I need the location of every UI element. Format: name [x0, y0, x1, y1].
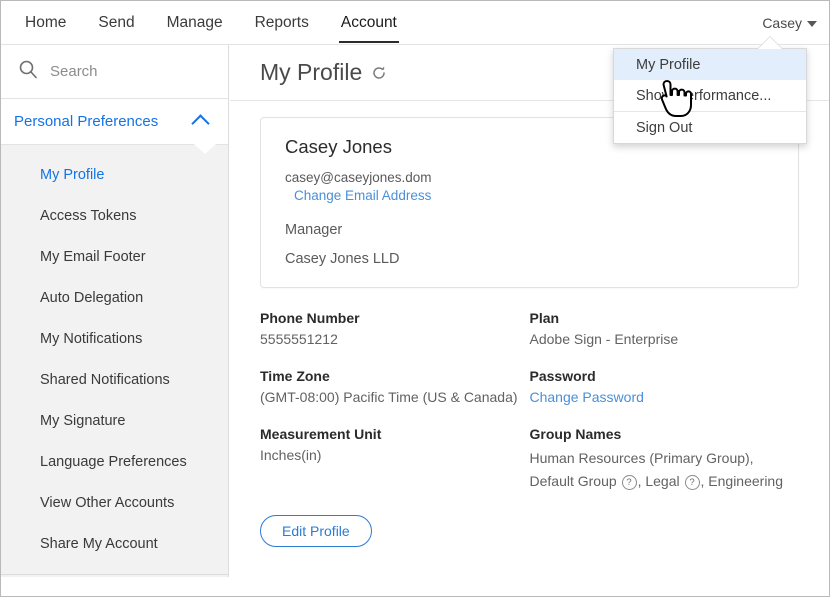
- detail-value: Inches(in): [260, 447, 322, 463]
- sidebar-section-label: Personal Preferences: [14, 113, 159, 130]
- profile-organization: Casey Jones LLD: [285, 251, 400, 267]
- search-icon: [18, 59, 38, 84]
- nav-item-manage[interactable]: Manage: [151, 1, 239, 45]
- sidebar-section-personal-preferences[interactable]: Personal Preferences: [1, 99, 228, 154]
- sidebar-item-auto-delegation[interactable]: Auto Delegation: [1, 277, 228, 318]
- edit-profile-button[interactable]: Edit Profile: [260, 515, 372, 548]
- sidebar-item-access-tokens[interactable]: Access Tokens: [1, 195, 228, 236]
- nav-item-account[interactable]: Account: [325, 1, 413, 45]
- detail-label: Password: [529, 368, 596, 384]
- sidebar-item-my-email-footer[interactable]: My Email Footer: [1, 236, 228, 277]
- top-navigation-bar: Home Send Manage Reports Account Casey: [1, 1, 829, 45]
- detail-label: Time Zone: [260, 368, 330, 384]
- detail-label: Group Names: [529, 426, 622, 442]
- menu-item-show-performance[interactable]: Show Performance...: [614, 80, 806, 111]
- detail-plan: Plan Adobe Sign - Enterprise: [530, 310, 800, 347]
- detail-value: Adobe Sign - Enterprise: [529, 331, 679, 347]
- help-icon[interactable]: ?: [684, 474, 700, 490]
- profile-details-left-column: Phone Number 5555551212 Time Zone (GMT-0…: [260, 310, 530, 493]
- section-pointer-notch: [194, 144, 216, 154]
- profile-email: casey@caseyjones.dom: [285, 170, 432, 185]
- profile-role: Manager: [285, 222, 343, 238]
- menu-item-my-profile[interactable]: My Profile: [614, 49, 806, 80]
- detail-value: (GMT-08:00) Pacific Time (US & Canada): [260, 389, 518, 405]
- change-email-row: Change Email Address: [285, 187, 774, 205]
- change-password-link[interactable]: Change Password: [530, 389, 800, 405]
- app-window: Home Send Manage Reports Account Casey M…: [0, 0, 830, 597]
- sidebar-item-my-profile[interactable]: My Profile: [1, 154, 228, 195]
- profile-details-right-column: Plan Adobe Sign - Enterprise Password Ch…: [530, 310, 800, 493]
- sidebar-item-my-notifications[interactable]: My Notifications: [1, 318, 228, 359]
- detail-time-zone: Time Zone (GMT-08:00) Pacific Time (US &…: [260, 368, 530, 405]
- refresh-icon[interactable]: [371, 65, 387, 81]
- detail-label: Plan: [529, 310, 560, 326]
- sidebar-item-view-other-accounts[interactable]: View Other Accounts: [1, 482, 228, 523]
- sidebar-item-shared-notifications[interactable]: Shared Notifications: [1, 359, 228, 400]
- change-email-address-link[interactable]: Change Email Address: [294, 188, 431, 203]
- detail-value: Human Resources (Primary Group), Default…: [530, 447, 800, 493]
- profile-details-grid: Phone Number 5555551212 Time Zone (GMT-0…: [260, 310, 799, 493]
- dropdown-pointer-notch: [758, 37, 782, 49]
- chevron-down-icon: [807, 21, 817, 27]
- sidebar-item-language-preferences[interactable]: Language Preferences: [1, 441, 228, 482]
- user-dropdown-menu: My Profile Show Performance... Sign Out: [613, 48, 807, 144]
- nav-item-reports[interactable]: Reports: [239, 1, 325, 45]
- detail-group-names: Group Names Human Resources (Primary Gro…: [530, 426, 800, 493]
- detail-password: Password Change Password: [530, 368, 800, 405]
- groups-text-part-3: , Engineering: [700, 473, 784, 490]
- profile-email-row: casey@caseyjones.dom: [285, 169, 774, 187]
- sidebar-item-my-signature[interactable]: My Signature: [1, 400, 228, 441]
- nav-item-home[interactable]: Home: [9, 1, 82, 45]
- detail-value: 5555551212: [260, 331, 338, 347]
- groups-text-part-2: , Legal: [637, 473, 680, 490]
- detail-measurement-unit: Measurement Unit Inches(in): [260, 426, 530, 463]
- help-icon[interactable]: ?: [621, 474, 637, 490]
- sidebar-item-share-my-account[interactable]: Share My Account: [1, 523, 228, 564]
- search-input[interactable]: Search: [1, 45, 228, 99]
- chevron-up-icon: [191, 114, 210, 133]
- sidebar-nav-list: My Profile Access Tokens My Email Footer…: [1, 145, 228, 564]
- user-menu-label: Casey: [762, 15, 802, 31]
- detail-phone-number: Phone Number 5555551212: [260, 310, 530, 347]
- sidebar-divider: [1, 574, 228, 575]
- nav-item-send[interactable]: Send: [82, 1, 150, 45]
- detail-label: Phone Number: [260, 310, 360, 326]
- sidebar: Search Personal Preferences My Profile A…: [1, 45, 229, 577]
- detail-label: Measurement Unit: [260, 426, 382, 442]
- top-nav-items: Home Send Manage Reports Account: [9, 1, 413, 45]
- search-placeholder: Search: [50, 63, 98, 80]
- menu-item-sign-out[interactable]: Sign Out: [614, 112, 806, 143]
- page-title: My Profile: [260, 59, 363, 85]
